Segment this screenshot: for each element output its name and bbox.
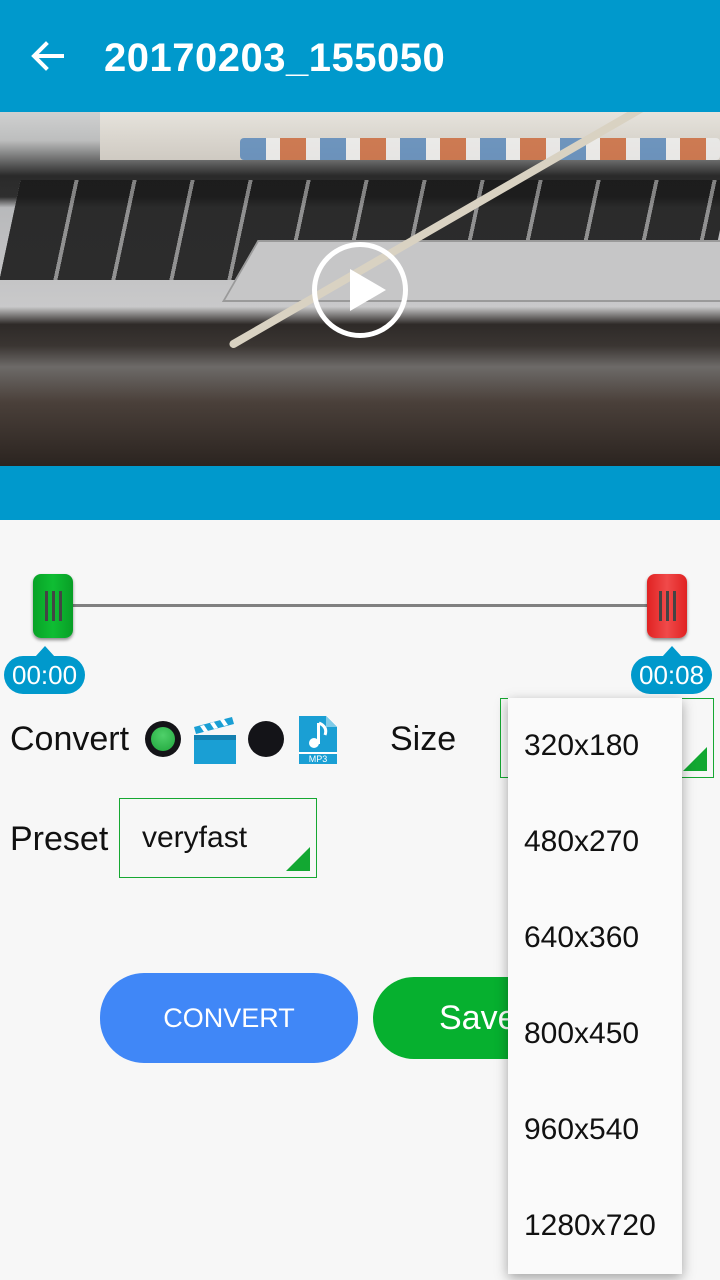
video-preview[interactable] (0, 112, 720, 466)
convert-label: Convert (10, 720, 130, 758)
radio-mp3[interactable] (248, 721, 284, 757)
size-option[interactable]: 1280x720 (508, 1178, 682, 1274)
clapperboard-icon (194, 717, 236, 764)
play-circle-icon[interactable] (312, 242, 408, 338)
end-time-label: 00:08 (631, 646, 713, 694)
mp3-file-icon: MP3 (299, 716, 337, 764)
arrow-left-icon[interactable] (26, 34, 70, 78)
size-option[interactable]: 960x540 (508, 1082, 682, 1178)
size-option[interactable]: 800x450 (508, 986, 682, 1082)
video-frame-detail (240, 138, 720, 160)
trim-start-handle[interactable] (33, 574, 73, 638)
size-option[interactable]: 640x360 (508, 890, 682, 986)
preset-value: veryfast (142, 821, 248, 854)
size-dropdown-menu: 320x180 480x270 640x360 800x450 960x540 … (508, 698, 682, 1274)
trim-range-track (72, 604, 648, 607)
start-time-label: 00:00 (4, 646, 86, 694)
svg-text:MP3: MP3 (309, 754, 328, 764)
app-bar: 20170203_155050 (0, 0, 720, 112)
video-frame-detail (222, 240, 720, 302)
preset-label: Preset (10, 820, 109, 858)
size-label: Size (390, 720, 457, 758)
spinner-arrow-icon (683, 747, 707, 771)
convert-button[interactable]: CONVERT (100, 973, 358, 1063)
radio-video[interactable] (145, 721, 181, 757)
size-option[interactable]: 480x270 (508, 794, 682, 890)
size-option[interactable]: 320x180 (508, 698, 682, 794)
video-player (0, 112, 720, 520)
spinner-arrow-icon (286, 847, 310, 871)
trim-end-handle[interactable] (647, 574, 687, 638)
preset-spinner[interactable]: veryfast (119, 798, 317, 878)
page-title: 20170203_155050 (104, 36, 446, 80)
